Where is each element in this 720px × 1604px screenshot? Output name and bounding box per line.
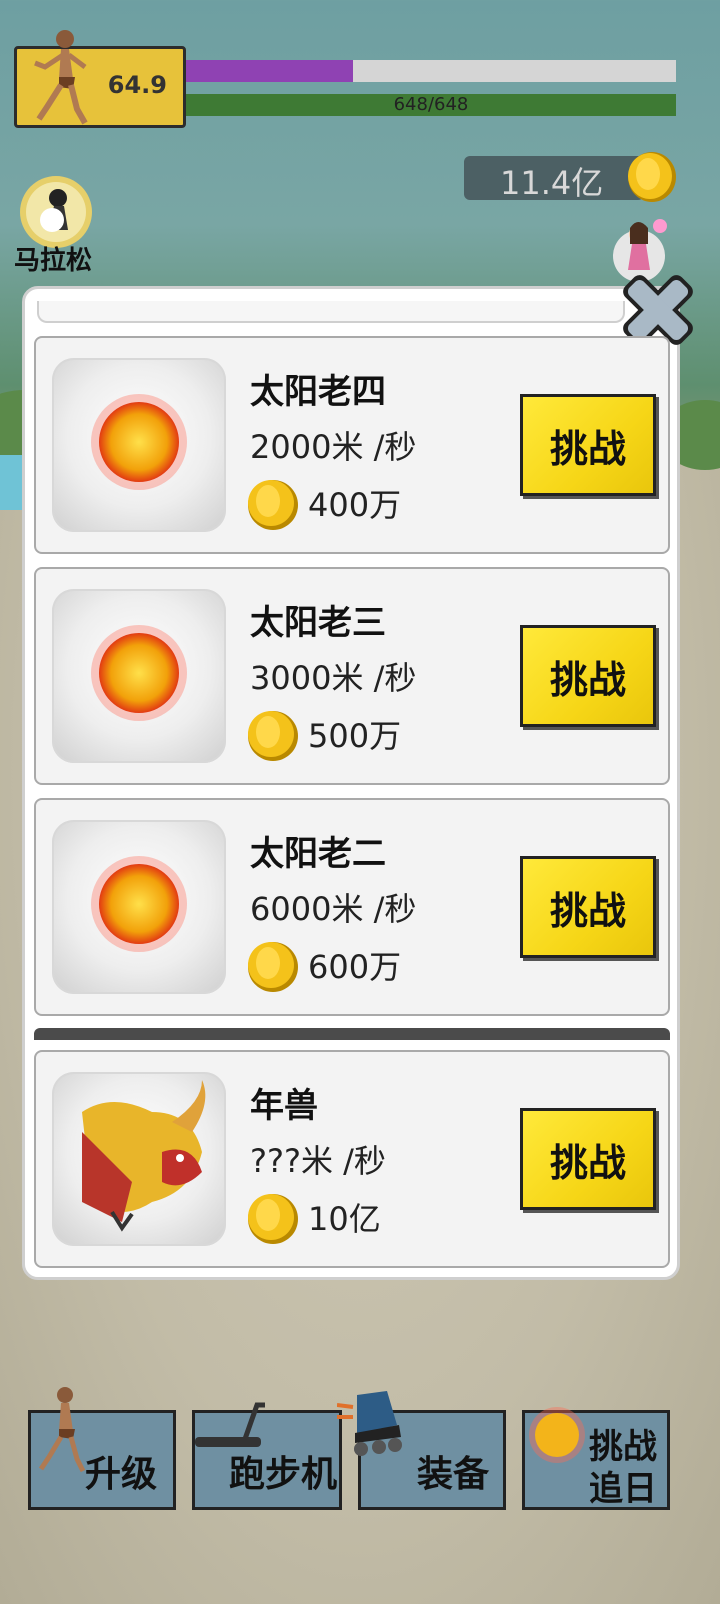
sun-icon <box>91 394 187 490</box>
player-score: 64.9 <box>107 71 167 99</box>
popup-header-strip <box>37 301 625 323</box>
hp-bar: 648/648 <box>186 94 676 116</box>
challenge-price: 10亿 <box>308 1200 381 1238</box>
challenge-speed: 2000米 /秒 <box>250 428 417 466</box>
coin-icon <box>248 480 298 530</box>
challenge-card-sun-2: 太阳老二 6000米 /秒 600万 挑战 <box>34 798 670 1016</box>
sun-icon <box>91 856 187 952</box>
challenge-speed: 3000米 /秒 <box>250 659 417 697</box>
challenge-speed: ???米 /秒 <box>250 1142 386 1180</box>
chase-sun-button[interactable]: 挑战 追日 <box>522 1407 670 1510</box>
chase-sun-label-2: 追日 <box>589 1469 657 1509</box>
nian-beast-icon <box>82 1080 206 1232</box>
runner-icon <box>38 1387 86 1473</box>
treadmill-label: 跑步机 <box>229 1454 338 1495</box>
coin-balance-text: 11.4亿 <box>500 164 604 202</box>
challenge-button[interactable]: 挑战 <box>520 625 656 727</box>
coin-icon <box>248 711 298 761</box>
challenge-speed: 6000米 /秒 <box>250 890 417 928</box>
level-progress-fill <box>186 60 353 82</box>
sun-thumbnail <box>52 358 226 532</box>
challenge-card-nian-beast: 年兽 ???米 /秒 10亿 挑战 <box>34 1050 670 1268</box>
upgrade-button[interactable]: 升级 <box>28 1387 176 1510</box>
runner-icon <box>34 30 88 125</box>
challenge-price: 500万 <box>308 717 402 755</box>
roller-skate-icon <box>337 1391 402 1456</box>
coin-icon <box>248 942 298 992</box>
sun-icon <box>91 625 187 721</box>
challenge-name: 年兽 <box>250 1086 318 1126</box>
marathon-label[interactable]: 马拉松 <box>14 240 92 277</box>
challenge-name: 太阳老四 <box>250 372 386 412</box>
sun-icon <box>529 1407 585 1463</box>
equipment-button[interactable]: 装备 <box>337 1391 506 1510</box>
challenge-card-sun-3: 太阳老三 3000米 /秒 500万 挑战 <box>34 567 670 785</box>
hp-text: 648/648 <box>393 94 469 115</box>
challenge-name: 太阳老三 <box>250 603 386 643</box>
upgrade-label: 升级 <box>85 1454 158 1495</box>
nian-beast-thumbnail <box>52 1072 226 1246</box>
equipment-label: 装备 <box>417 1454 490 1495</box>
challenge-button[interactable]: 挑战 <box>520 394 656 496</box>
challenge-price: 600万 <box>308 948 402 986</box>
challenge-price: 400万 <box>308 486 402 524</box>
challenge-card-sun-4: 太阳老四 2000米 /秒 400万 挑战 <box>34 336 670 554</box>
level-progress-bar <box>186 60 676 82</box>
sun-thumbnail <box>52 589 226 763</box>
challenge-button[interactable]: 挑战 <box>520 856 656 958</box>
section-divider <box>34 1028 670 1040</box>
player-avatar-box[interactable]: 64.9 <box>14 30 186 128</box>
challenge-button[interactable]: 挑战 <box>520 1108 656 1210</box>
coin-balance: 11.4亿 <box>464 156 644 202</box>
coin-icon <box>628 152 676 202</box>
sun-thumbnail <box>52 820 226 994</box>
challenge-name: 太阳老二 <box>250 834 386 874</box>
treadmill-button[interactable]: 跑步机 <box>192 1402 342 1510</box>
coin-icon <box>248 1194 298 1244</box>
marathon-mode-icon[interactable] <box>18 174 94 250</box>
